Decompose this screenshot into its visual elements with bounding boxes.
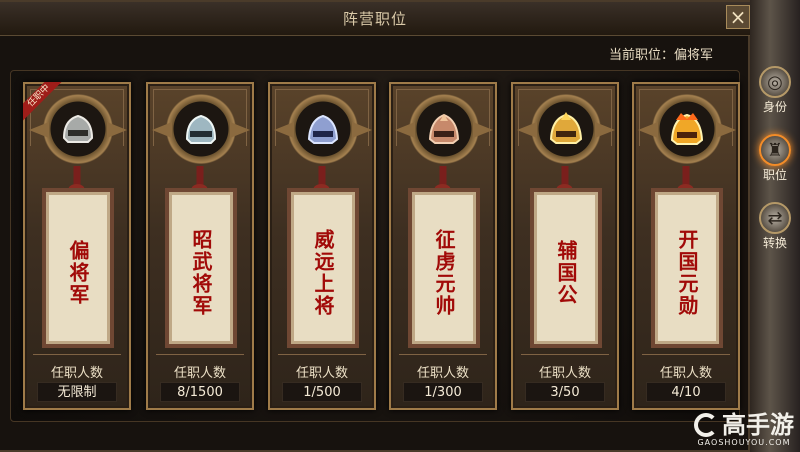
count-value: 4/10 xyxy=(646,382,726,402)
position-card[interactable]: 开国元勋 任职人数 4/10 xyxy=(632,82,740,410)
position-icon: ♜ xyxy=(759,134,791,166)
count-value: 3/50 xyxy=(525,382,605,402)
position-card[interactable]: 征虏元帅 任职人数 1/300 xyxy=(389,82,497,410)
rank-scroll: 辅国公 xyxy=(530,188,602,348)
count-label: 任职人数 xyxy=(50,366,103,381)
sidebar-label: 职位 xyxy=(762,168,787,182)
count-value: 1/500 xyxy=(282,382,362,402)
sidebar-item-switch[interactable]: ⇄ 转换 xyxy=(754,202,796,251)
position-card[interactable]: 任职中 偏将军 任职人数 无限制 xyxy=(23,82,131,410)
position-card[interactable]: 辅国公 任职人数 3/50 xyxy=(511,82,619,410)
count-label: 任职人数 xyxy=(659,366,712,381)
helmet-ring xyxy=(166,94,236,164)
sidebar-label: 身份 xyxy=(762,100,787,114)
count-value: 无限制 xyxy=(37,382,117,402)
rank-name: 开国元勋 xyxy=(675,229,699,317)
steel-helmet-icon xyxy=(185,114,217,144)
count-label: 任职人数 xyxy=(173,366,226,381)
rank-scroll: 开国元勋 xyxy=(651,188,723,348)
bronze-helmet-icon xyxy=(428,113,460,144)
helmet-ring xyxy=(531,94,601,164)
count-value: 1/300 xyxy=(403,382,483,402)
faction-position-window: 阵营职位 × 当前职位：偏将军 任职中 偏将军 任职人数 无限制 昭武将军 任职… xyxy=(0,0,750,452)
helmet-ring xyxy=(288,94,358,164)
window-title: 阵营职位 xyxy=(342,10,407,28)
g-logo-icon xyxy=(694,413,718,437)
sidebar-item-position[interactable]: ♜ 职位 xyxy=(754,134,796,183)
sidebar-label: 转换 xyxy=(762,236,787,250)
titlebar: 阵营职位 xyxy=(0,2,750,36)
helmet-ring xyxy=(43,94,113,164)
sidebar-item-identity[interactable]: ◎ 身份 xyxy=(754,66,796,115)
rank-name: 昭武将军 xyxy=(189,229,213,317)
rank-scroll: 威远上将 xyxy=(287,188,359,348)
helmet-ring xyxy=(652,94,722,164)
position-card[interactable]: 昭武将军 任职人数 8/1500 xyxy=(146,82,254,410)
watermark-logo: 高手游 GAOSHOUYOU.COM xyxy=(694,409,794,447)
crowned-helmet-icon xyxy=(670,113,704,145)
count-label: 任职人数 xyxy=(416,366,469,381)
rank-name: 辅国公 xyxy=(554,240,578,306)
logo-url: GAOSHOUYOU.COM xyxy=(697,438,791,447)
logo-chinese: 高手游 xyxy=(722,411,794,439)
close-icon[interactable]: × xyxy=(726,5,750,29)
current-position: 当前职位：偏将军 xyxy=(608,48,713,63)
count-label: 任职人数 xyxy=(295,366,348,381)
blue-helmet-icon xyxy=(307,114,339,144)
switch-icon: ⇄ xyxy=(759,202,791,234)
count-value: 8/1500 xyxy=(160,382,240,402)
rank-name: 征虏元帅 xyxy=(432,229,456,317)
identity-icon: ◎ xyxy=(759,66,791,98)
rank-scroll: 昭武将军 xyxy=(165,188,237,348)
silver-helmet-icon xyxy=(62,114,94,143)
helmet-ring xyxy=(409,94,479,164)
count-label: 任职人数 xyxy=(538,366,591,381)
rank-scroll: 征虏元帅 xyxy=(408,188,480,348)
rank-scroll: 偏将军 xyxy=(42,188,114,348)
right-sidebar: ◎ 身份 ♜ 职位 ⇄ 转换 xyxy=(750,0,800,452)
position-card[interactable]: 威远上将 任职人数 1/500 xyxy=(268,82,376,410)
rank-name: 威远上将 xyxy=(311,229,335,317)
rank-name: 偏将军 xyxy=(66,240,90,306)
gold-helmet-icon xyxy=(549,112,583,144)
